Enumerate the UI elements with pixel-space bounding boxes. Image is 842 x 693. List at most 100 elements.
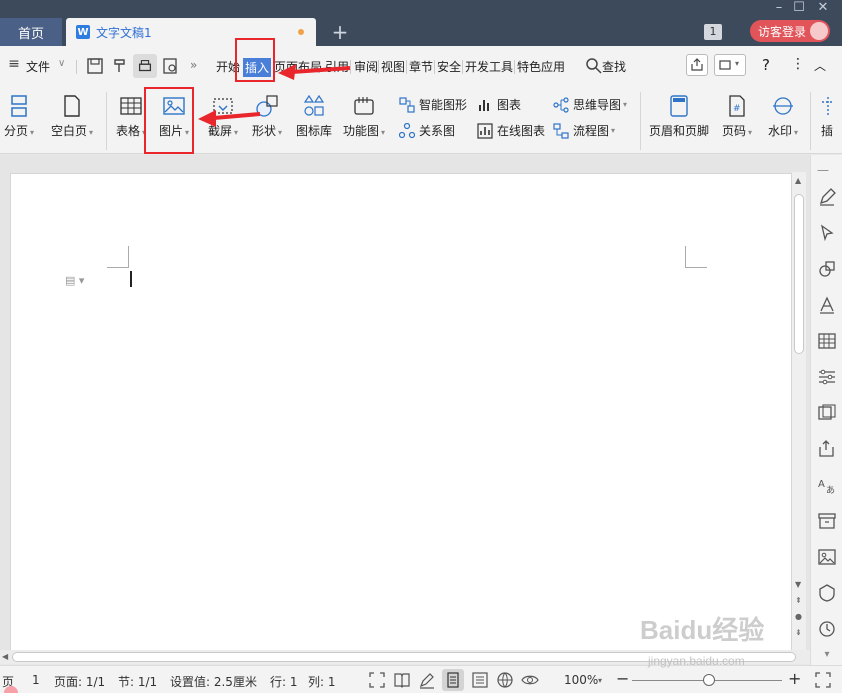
print-button[interactable] [133,54,157,78]
select-cursor-icon[interactable] [817,223,837,243]
shapes-icon[interactable] [817,259,837,279]
header-footer-button[interactable]: 页眉和页脚 [646,94,712,139]
print-preview-icon[interactable] [161,56,181,76]
fit-page-icon[interactable] [814,671,832,689]
status-section[interactable]: 节: 1/1 [118,673,157,690]
mind-map-button[interactable]: 思维导图 ▾ [553,96,627,113]
image-panel-icon[interactable] [817,547,837,567]
guest-login-button[interactable]: 访客登录 [750,20,830,42]
minimize-icon[interactable]: – [768,0,790,15]
save-icon[interactable] [85,56,105,76]
document-page[interactable]: ▤ ▾ [10,173,792,653]
paragraph-icon[interactable]: ▤ ▾ [65,274,84,287]
page-view-button[interactable] [442,669,464,691]
watermark-icon [773,97,793,115]
chevron-down-icon[interactable]: ∨ [58,58,65,69]
tab-home-label: 首页 [17,26,44,42]
menu-view[interactable]: 视图 [381,58,405,75]
chevron-down-icon: ▾ [234,128,239,137]
web-view-icon[interactable] [496,671,514,689]
eye-protection-icon[interactable] [521,671,539,689]
watermark-label: 水印 [767,124,792,138]
relation-chart-button[interactable]: 关系图 [399,122,455,139]
page-number-button[interactable]: # 页码 ▾ [718,94,756,139]
status-pages[interactable]: 页面: 1/1 [54,673,105,690]
page-down-icon[interactable]: ⇟ [795,628,802,637]
menu-reference[interactable]: 引用 [325,58,349,75]
chevron-down-icon[interactable]: ▾ [598,676,602,685]
screenshot-button[interactable]: 截屏 ▾ [203,94,243,139]
edit-icon[interactable] [817,187,837,207]
fullscreen-icon[interactable] [368,671,386,689]
tab-document-label: 文字文稿1 [96,25,152,40]
search-icon[interactable] [584,56,604,76]
maximize-icon[interactable]: ☐ [788,0,810,15]
share-panel-icon[interactable] [817,439,837,459]
share-button[interactable] [686,54,708,76]
archive-icon[interactable] [817,511,837,531]
zoom-slider-knob[interactable] [703,674,715,686]
baidu-watermark-url: jingyan.baidu.com [648,654,745,668]
format-painter-icon[interactable] [110,56,130,76]
status-setting[interactable]: 设置值: 2.5厘米 [170,673,257,690]
unsaved-indicator [298,29,304,35]
gallery-icon[interactable] [817,403,837,423]
menu-search[interactable]: 查找 [602,58,626,75]
select-browse-icon[interactable]: ● [795,612,802,621]
translate-icon[interactable]: Aあ [817,475,837,495]
tab-home[interactable]: 首页 [0,18,62,46]
hamburger-icon[interactable]: ≡ [4,56,24,76]
outline-view-icon[interactable] [471,671,489,689]
icon-library-button[interactable]: 图标库 [294,94,334,139]
table-panel-icon[interactable] [817,331,837,351]
online-chart-label: 在线图表 [497,124,546,138]
online-chart-button[interactable]: 在线图表 [477,122,545,139]
scroll-left-icon[interactable]: ◀ [2,652,8,661]
collab-button[interactable]: ▾ [714,54,746,76]
chart-button[interactable]: 图表 [477,96,521,113]
collapse-panel-icon[interactable]: — [817,163,837,183]
menu-security[interactable]: 安全 [437,58,461,75]
vertical-scrollbar[interactable]: ▲ ▼ ⇞ ● ⇟ [792,172,806,650]
menu-review[interactable]: 审阅 [354,58,378,75]
window-count-badge[interactable]: 1 [704,24,722,40]
style-icon[interactable] [817,295,837,315]
menu-page-layout[interactable]: 页面布局 [274,58,322,75]
insert-more-button[interactable]: 插 [816,94,838,139]
more-menu[interactable]: » [190,58,197,72]
status-row: 行: 1 [270,675,298,689]
menu-special-apps[interactable]: 特色应用 [517,58,565,75]
scroll-down-icon[interactable]: ▼ [795,580,801,589]
shape-button[interactable]: 形状 ▾ [248,94,286,139]
more-options-icon[interactable]: ⋮ [791,56,805,72]
shield-icon[interactable] [817,583,837,603]
scroll-up-icon[interactable]: ▲ [795,176,801,185]
help-icon[interactable]: ? [762,56,770,74]
watermark-button[interactable]: 水印 ▾ [763,94,803,139]
smart-art-button[interactable]: 智能图形 [399,96,467,113]
menu-file[interactable]: 文件 [26,58,50,75]
menu-dev-tools[interactable]: 开发工具 [465,58,513,75]
blank-page-button[interactable]: 空白页 ▾ [46,94,98,139]
flowchart-button[interactable]: 流程图 ▾ [553,122,615,139]
function-chart-button[interactable]: 功能图 ▾ [340,94,388,139]
page-up-icon[interactable]: ⇞ [795,596,802,605]
zoom-out-icon[interactable]: − [616,669,629,688]
title-bar: 首页 W 文字文稿1 + – ☐ ✕ 1 访客登录 [0,0,842,46]
reading-mode-icon[interactable] [393,671,411,689]
menu-chapter[interactable]: 章节 [409,58,433,75]
page-break-button[interactable]: 分页 ▾ [2,94,36,139]
close-icon[interactable]: ✕ [812,0,834,15]
function-chart-icon [354,97,374,115]
tab-document[interactable]: W 文字文稿1 [66,18,316,46]
adjust-icon[interactable] [817,367,837,387]
new-tab-button[interactable]: + [330,20,350,44]
writer-doc-icon: W [76,25,90,39]
collapse-ribbon-icon[interactable]: ︿ [814,57,826,74]
zoom-level[interactable]: 100% [564,673,598,687]
history-icon[interactable] [817,619,837,639]
pen-icon[interactable] [418,671,436,689]
zoom-in-icon[interactable]: + [788,669,801,688]
divider [810,92,811,150]
vertical-scroll-thumb[interactable] [794,194,804,354]
